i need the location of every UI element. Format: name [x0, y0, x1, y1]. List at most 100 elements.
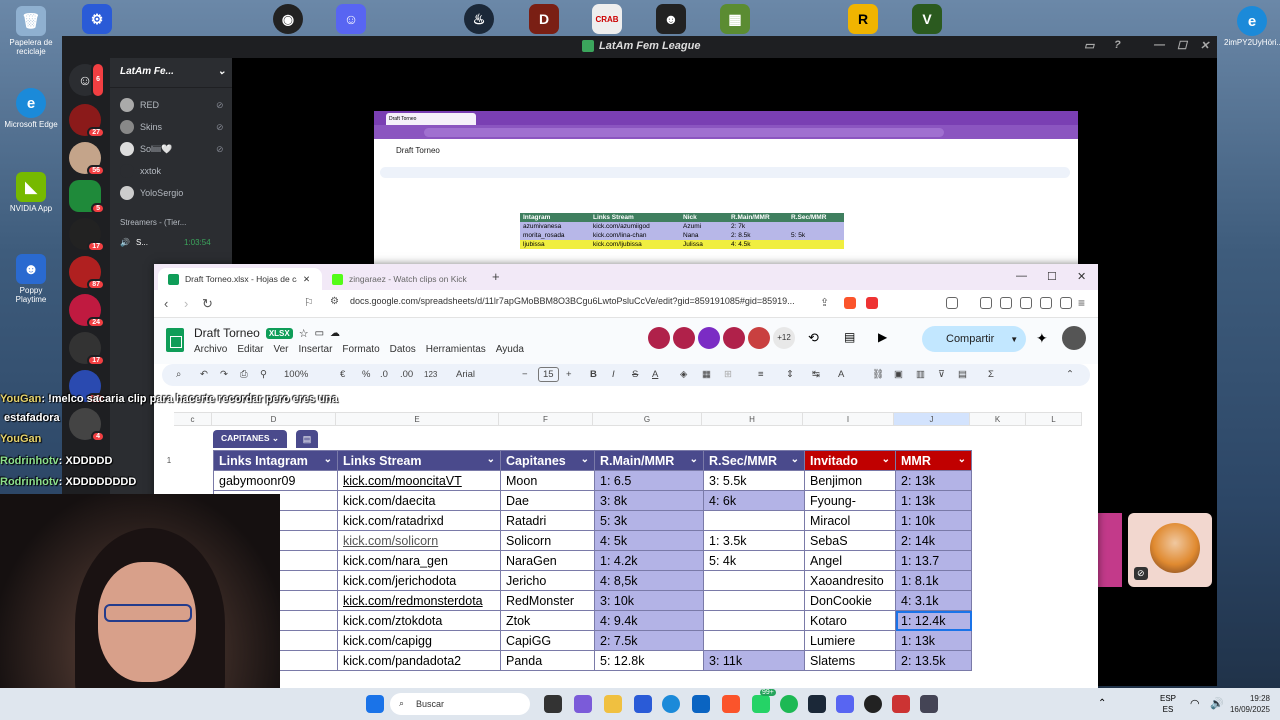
table-cell[interactable]: Jericho	[500, 570, 595, 591]
table-cell[interactable]: 1: 13k	[895, 490, 972, 511]
valign-icon[interactable]: ⇕	[786, 369, 794, 380]
table-cell[interactable]: Slatems	[804, 650, 896, 671]
server-icon[interactable]: 17	[69, 218, 105, 252]
server-icon[interactable]: 27	[69, 104, 105, 138]
table-cell[interactable]: Solicorn	[500, 530, 595, 551]
column-header-i[interactable]: I	[803, 412, 894, 426]
table-cell[interactable]: kick.com/redmonsterdota	[337, 590, 501, 611]
table-cell[interactable]: kick.com/ztokdota	[337, 610, 501, 631]
column-header-k[interactable]: K	[970, 412, 1026, 426]
reload-icon[interactable]: ↻	[202, 296, 213, 312]
column-header-d[interactable]: D	[212, 412, 336, 426]
print-icon[interactable]: ⎙	[240, 369, 248, 380]
spotify-icon[interactable]	[780, 695, 798, 713]
meet-icon[interactable]: ▶	[878, 330, 887, 344]
wifi-icon[interactable]: ◠	[1190, 697, 1200, 710]
obs-icon[interactable]: ◉	[273, 4, 303, 34]
inbox-icon[interactable]: ▭	[1084, 39, 1094, 52]
font-size-input[interactable]: 15	[538, 367, 559, 382]
edge-taskbar-icon[interactable]	[662, 695, 680, 713]
app-taskbar-icon[interactable]	[892, 695, 910, 713]
back-icon[interactable]: ‹	[164, 296, 168, 311]
table-cell[interactable]: Ratadri	[500, 510, 595, 531]
tab-kick-clips[interactable]: zingaraez - Watch clips on Kick	[322, 268, 490, 290]
table-cell[interactable]: 4: 5k	[594, 530, 704, 551]
table-cell[interactable]: 1: 13.7	[895, 550, 972, 571]
column-header-g[interactable]: G	[593, 412, 702, 426]
table-cell[interactable]: Fyoung-	[804, 490, 896, 511]
music-icon[interactable]	[980, 297, 992, 309]
table-cell[interactable]: 1: 10k	[895, 510, 972, 531]
server-icon[interactable]: 4	[69, 408, 105, 442]
voice-member[interactable]: Skins ⊘	[120, 120, 224, 134]
gta-icon[interactable]: V	[912, 4, 942, 34]
header-invitado[interactable]: Invitado ⌄	[804, 450, 896, 471]
copilot-icon[interactable]	[574, 695, 592, 713]
bold-icon[interactable]: B	[590, 369, 597, 380]
column-header-c[interactable]: c	[174, 412, 212, 426]
table-cell[interactable]: NaraGen	[500, 550, 595, 571]
extension-icon[interactable]	[1000, 297, 1012, 309]
minimize-icon[interactable]: —	[1154, 39, 1165, 51]
collapse-toolbar-icon[interactable]: ⌃	[1066, 369, 1074, 380]
forward-icon[interactable]: ›	[184, 296, 188, 311]
table-cell[interactable]: gabymoonr09	[213, 470, 338, 491]
file-explorer-icon[interactable]	[604, 695, 622, 713]
server-icon[interactable]: 56	[69, 142, 105, 176]
language-indicator[interactable]: ESP ES	[1160, 693, 1176, 715]
counter-strike-icon[interactable]: ☻	[656, 4, 686, 34]
table-name-chip[interactable]: CAPITANES ⌄	[213, 430, 287, 448]
history-icon[interactable]: ⟲	[808, 330, 819, 346]
currency-format[interactable]: €	[340, 369, 345, 380]
table-cell[interactable]: 1: 8.1k	[895, 570, 972, 591]
table-cell[interactable]: Ztok	[500, 610, 595, 631]
align-icon[interactable]: ≡	[758, 369, 764, 380]
table-cell[interactable]: 4: 8,5k	[594, 570, 704, 591]
table-cell[interactable]: DonCookie	[804, 590, 896, 611]
table-cell[interactable]: kick.com/daecita	[337, 490, 501, 511]
percent-format[interactable]: %	[362, 369, 370, 380]
zoom-select[interactable]: 100%	[284, 369, 308, 380]
maximize-icon[interactable]: ☐	[1047, 270, 1057, 283]
decrease-font-size[interactable]: −	[522, 369, 528, 380]
minimize-icon[interactable]: —	[1016, 270, 1027, 282]
column-header-e[interactable]: E	[336, 412, 499, 426]
brave-icon[interactable]	[722, 695, 740, 713]
table-cell[interactable]: kick.com/capigg	[337, 630, 501, 651]
server-icon[interactable]: 87	[69, 256, 105, 290]
edge-icon-right[interactable]: e 2imPY2UyHöri...	[1224, 6, 1280, 47]
increase-decimal[interactable]: .00	[400, 369, 413, 380]
redo-icon[interactable]: ↷	[220, 369, 228, 380]
menu-herramientas[interactable]: Herramientas	[426, 344, 486, 355]
header-links-stream[interactable]: Links Stream ⌄	[337, 450, 501, 471]
channel-category[interactable]: Streamers - (Tier...	[120, 218, 186, 227]
tab-draft-torneo[interactable]: Draft Torneo.xlsx - Hojas de cálc ✕	[158, 268, 322, 290]
avatar[interactable]	[723, 327, 745, 349]
account-avatar[interactable]	[1062, 326, 1086, 350]
close-icon[interactable]: ✕	[1077, 270, 1086, 283]
avatar[interactable]	[648, 327, 670, 349]
filter-icon[interactable]: ⊽	[938, 369, 945, 380]
server-icon-active[interactable]: 5	[69, 180, 105, 214]
dota-icon[interactable]: D	[529, 4, 559, 34]
wrap-icon[interactable]: ↹	[812, 369, 820, 380]
table-cell[interactable]: kick.com/mooncitaVT	[337, 470, 501, 491]
decrease-decimal[interactable]: .0	[380, 369, 388, 380]
more-collaborators[interactable]: +12	[773, 327, 795, 349]
close-icon[interactable]: ✕	[1200, 39, 1209, 52]
text-color-icon[interactable]: A	[652, 369, 658, 380]
table-cell[interactable]	[703, 630, 805, 651]
table-cell[interactable]: 1: 6.5	[594, 470, 704, 491]
discord-taskbar-icon[interactable]	[836, 695, 854, 713]
cloud-icon[interactable]: ☁	[330, 328, 340, 339]
rotate-icon[interactable]: A	[838, 369, 844, 380]
new-tab-icon[interactable]: +	[492, 269, 500, 284]
help-icon[interactable]: ?	[1114, 39, 1121, 51]
table-cell[interactable]	[703, 590, 805, 611]
table-cell[interactable]: Angel	[804, 550, 896, 571]
table-cell[interactable]: Lumiere	[804, 630, 896, 651]
table-cell[interactable]: kick.com/nara_gen	[337, 550, 501, 571]
table-cell[interactable]	[703, 570, 805, 591]
header-capitanes[interactable]: Capitanes ⌄	[500, 450, 595, 471]
table-cell[interactable]: 5: 4k	[703, 550, 805, 571]
